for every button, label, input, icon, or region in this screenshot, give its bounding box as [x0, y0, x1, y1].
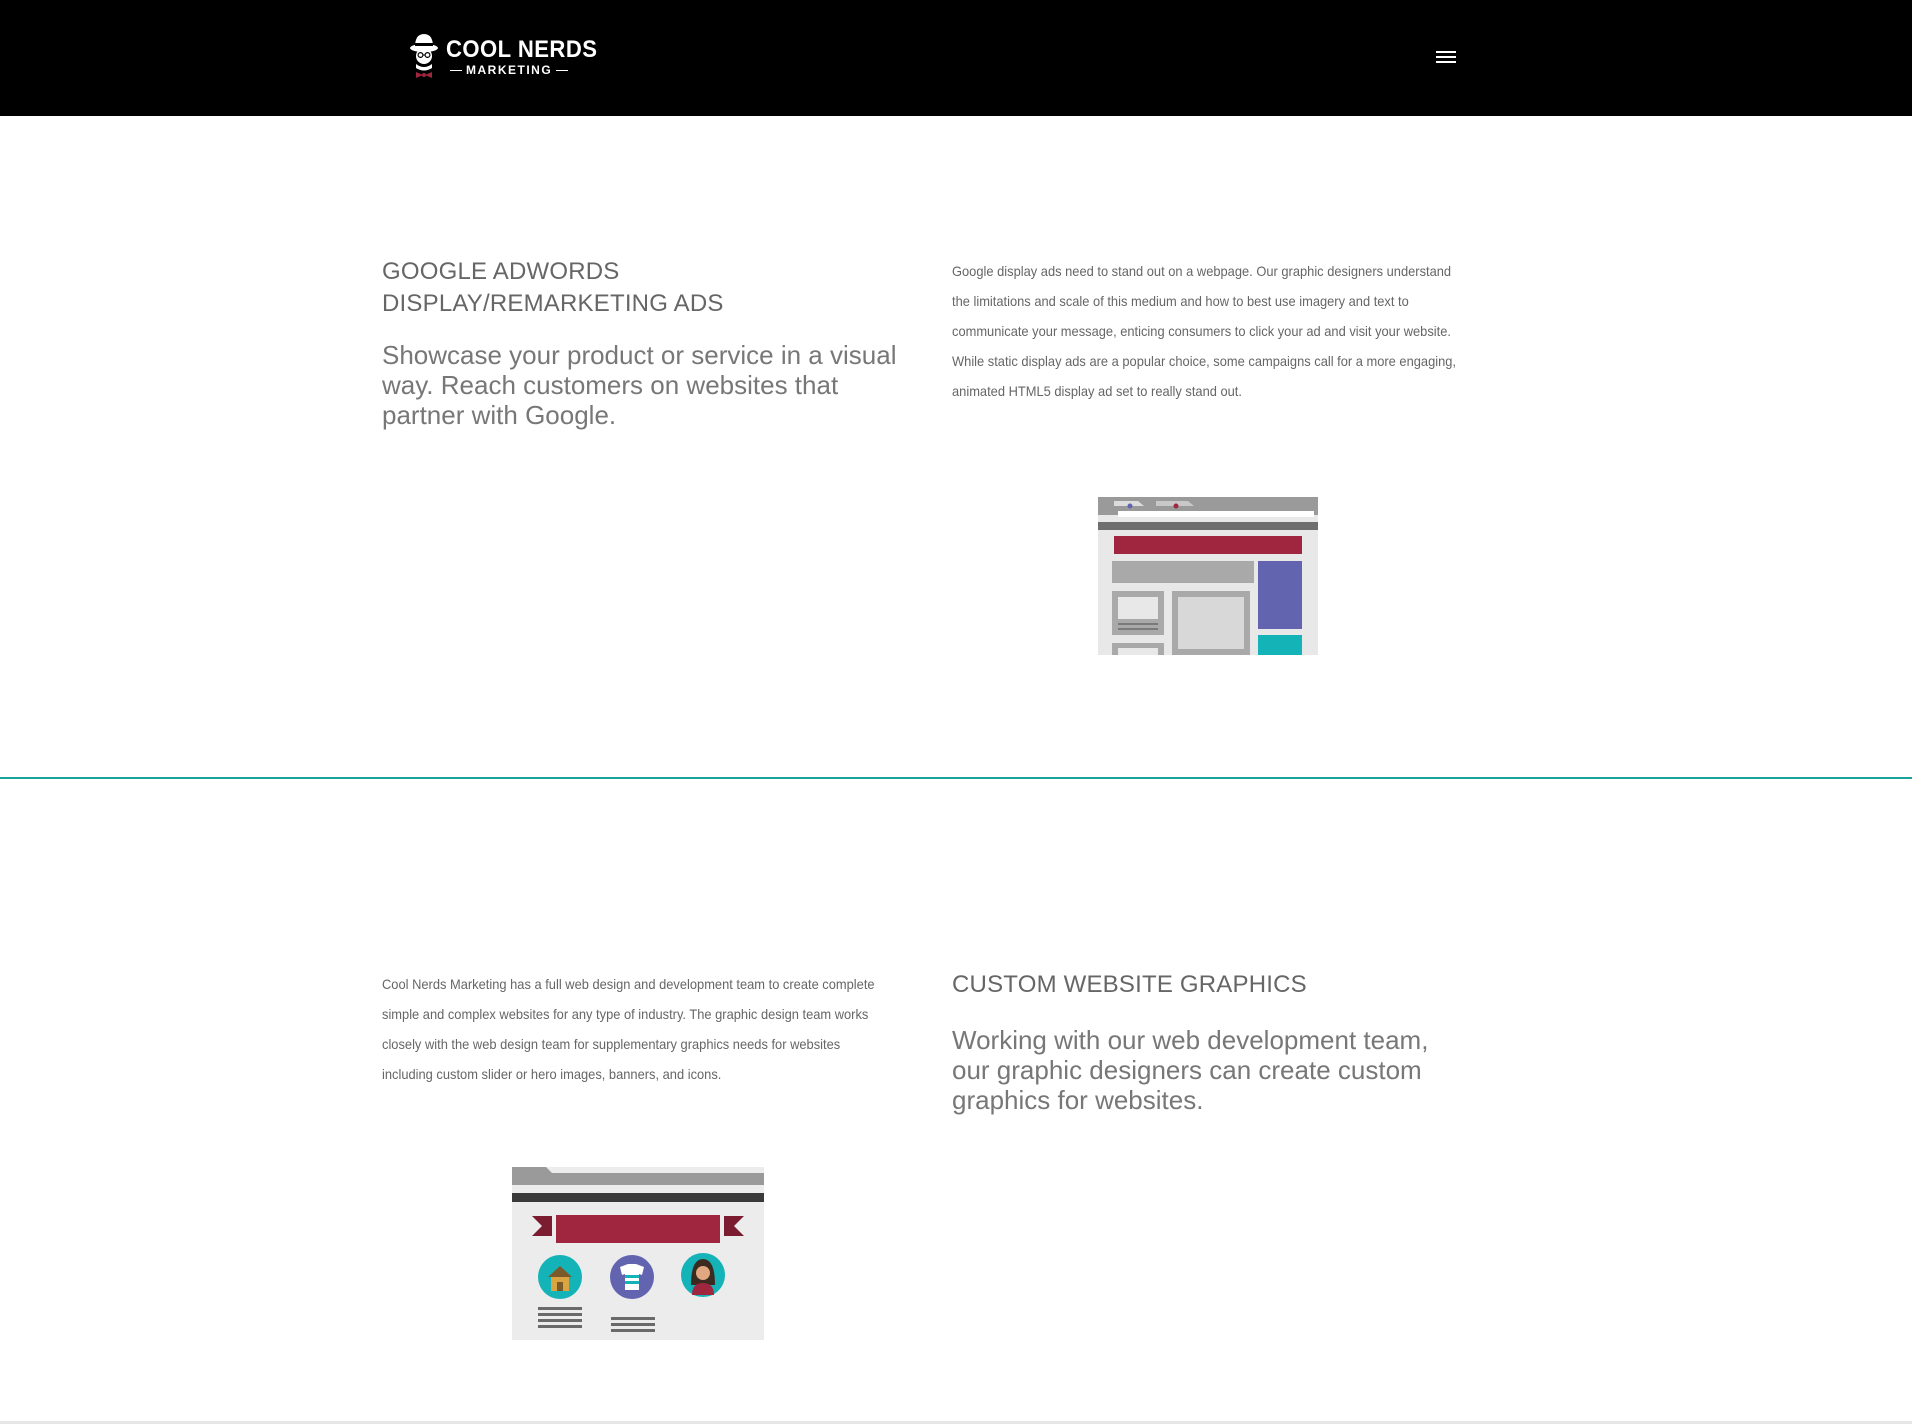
website-graphics-illustration	[512, 1167, 764, 1340]
site-logo[interactable]: COOL NERDS MARKETING	[406, 30, 597, 84]
section-body-text-content: Google display ads need to stand out on …	[952, 263, 1457, 399]
nerd-mascot-icon	[410, 34, 438, 78]
section-website-graphics: Cool Nerds Marketing has a full web desi…	[0, 779, 1912, 1422]
logo-text-main: COOL NERDS	[446, 36, 598, 63]
section-body-text: Cool Nerds Marketing has a full web desi…	[382, 969, 892, 1089]
hamburger-menu-icon[interactable]	[1434, 48, 1458, 66]
section-body-text: Google display ads need to stand out on …	[952, 256, 1462, 406]
logo-text-sub-label: MARKETING	[466, 63, 553, 77]
section-heading: GOOGLE ADWORDS DISPLAY/REMARKETING ADS	[382, 258, 724, 317]
section-heading: CUSTOM WEBSITE GRAPHICS	[952, 971, 1307, 998]
section-body-text-content: Cool Nerds Marketing has a full web desi…	[382, 976, 875, 1082]
section-subheading: Showcase your product or service in a vi…	[382, 340, 897, 430]
browser-display-ads-illustration	[1098, 497, 1318, 655]
logo-text-sub: MARKETING	[446, 63, 572, 77]
section-display-ads: GOOGLE ADWORDS DISPLAY/REMARKETING ADS S…	[0, 116, 1912, 778]
site-header: COOL NERDS MARKETING	[0, 0, 1912, 116]
section-subheading: Working with our web development team, o…	[952, 1025, 1429, 1115]
